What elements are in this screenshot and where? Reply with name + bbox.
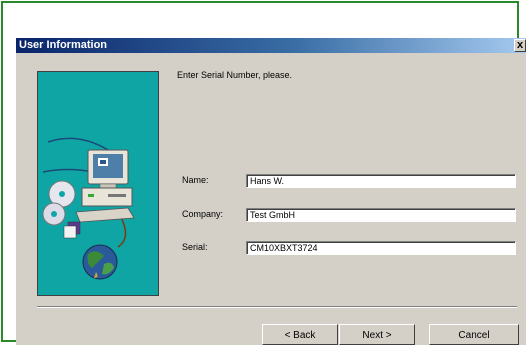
title-bar[interactable]: User Information x [16, 38, 526, 53]
name-label: Name: [182, 175, 209, 185]
company-label: Company: [182, 209, 224, 219]
close-icon: x [516, 39, 524, 51]
next-button[interactable]: Next > [339, 324, 415, 345]
button-divider [37, 306, 517, 308]
prompt-text: Enter Serial Number, please. [177, 70, 293, 80]
close-button[interactable]: x [514, 39, 526, 52]
user-information-dialog: User Information x Enter Serial Number, … [16, 38, 526, 345]
back-button[interactable]: < Back [262, 324, 338, 345]
serial-field[interactable] [246, 241, 516, 255]
company-field[interactable] [246, 208, 516, 222]
setup-illustration [37, 71, 159, 296]
name-field[interactable] [246, 174, 516, 188]
computer-illustration-icon [42, 137, 135, 280]
dialog-title: User Information [19, 39, 108, 51]
cancel-button[interactable]: Cancel [429, 324, 519, 345]
serial-label: Serial: [182, 242, 208, 252]
